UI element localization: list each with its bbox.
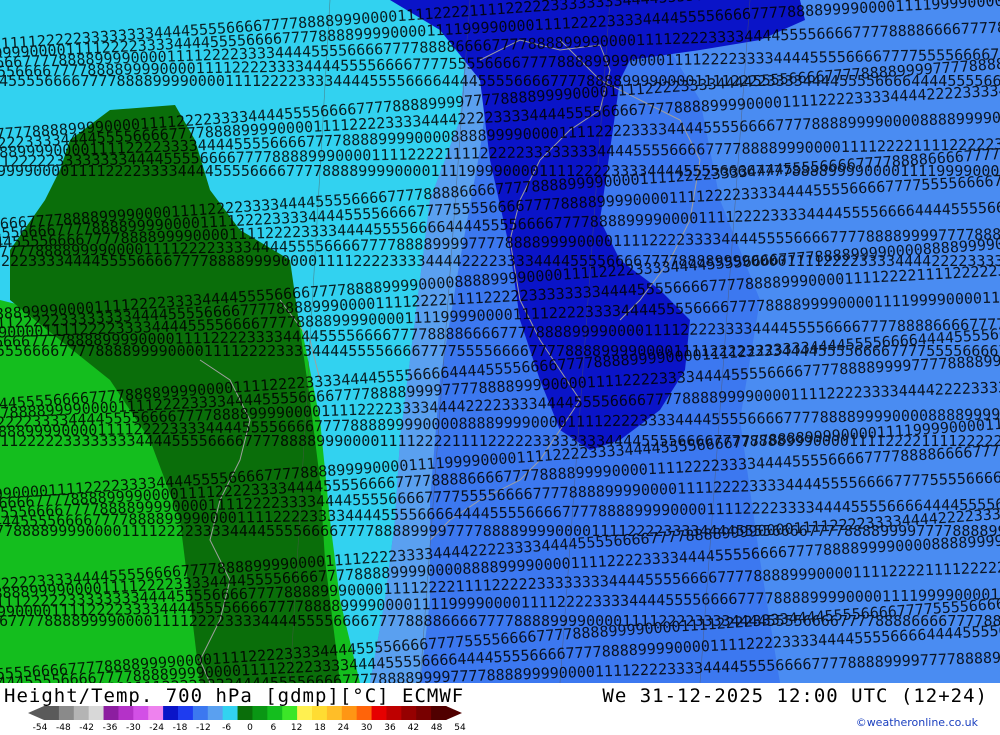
scale-swatch [178, 706, 194, 720]
scale-label: 54 [454, 723, 466, 733]
scale-swatch [88, 706, 105, 720]
scale-label: 42 [407, 723, 420, 733]
scale-swatch [282, 706, 298, 720]
scale-swatch [73, 706, 90, 720]
scale-swatch [297, 706, 313, 720]
valid-time: We 31-12-2025 12:00 UTC (12+24) [602, 685, 988, 707]
scale-label: -42 [79, 723, 95, 733]
map-title: Height/Temp. 700 hPa [gdmp][°C] ECMWF [4, 685, 465, 707]
scale-swatch [103, 706, 119, 720]
scale-swatch [237, 706, 253, 720]
scale-arrow-low [28, 706, 44, 720]
scale-label: 36 [384, 723, 396, 733]
scale-arrow-high [446, 706, 462, 720]
scale-label: 24 [337, 723, 350, 733]
scale-swatch [371, 706, 387, 720]
color-scale-labels: -54 -48 -42 -36 -30 -24 -18 -12 -6 0 6 12 18 24 30 36 42… [32, 723, 474, 735]
scale-swatch [133, 706, 149, 720]
scale-label: 30 [360, 723, 373, 733]
scale-swatch [207, 706, 224, 720]
credit-link[interactable]: ©weatheronline.co.uk [856, 716, 978, 729]
scale-swatch [252, 706, 268, 720]
scale-label: -12 [195, 723, 211, 733]
scale-label: -54 [32, 723, 48, 733]
weather-map: 1111222223333333344445555666677778888999… [0, 0, 1000, 683]
scale-swatch [58, 706, 75, 720]
scale-label: -18 [172, 723, 188, 733]
color-scale-bar [28, 706, 462, 720]
scale-swatch [341, 706, 358, 720]
scale-label: 0 [247, 723, 253, 733]
scale-swatch [416, 706, 432, 720]
scale-swatch [326, 706, 343, 720]
scale-swatch [312, 706, 328, 720]
scale-swatch [163, 706, 179, 720]
scale-swatch [431, 706, 447, 720]
scale-label: -30 [125, 723, 141, 733]
scale-swatch [401, 706, 417, 720]
scale-swatch [118, 706, 134, 720]
scale-swatch [222, 706, 239, 720]
map-canvas: 1111222223333333344445555666677778888999… [0, 0, 1000, 683]
scale-label: -6 [222, 723, 232, 733]
scale-label: -36 [102, 723, 118, 733]
scale-swatch [386, 706, 402, 720]
scale-swatch [44, 706, 60, 720]
scale-label: 48 [430, 723, 443, 733]
scale-swatch [267, 706, 283, 720]
scale-label: 6 [270, 723, 277, 733]
scale-label: 12 [290, 723, 303, 733]
map-footer: Height/Temp. 700 hPa [gdmp][°C] ECMWF We… [0, 683, 1000, 733]
scale-label: -48 [55, 723, 71, 733]
scale-label: -24 [149, 723, 165, 733]
scale-label: 18 [314, 723, 326, 733]
scale-swatch [148, 706, 164, 720]
scale-swatch [356, 706, 373, 720]
scale-swatch [192, 706, 209, 720]
